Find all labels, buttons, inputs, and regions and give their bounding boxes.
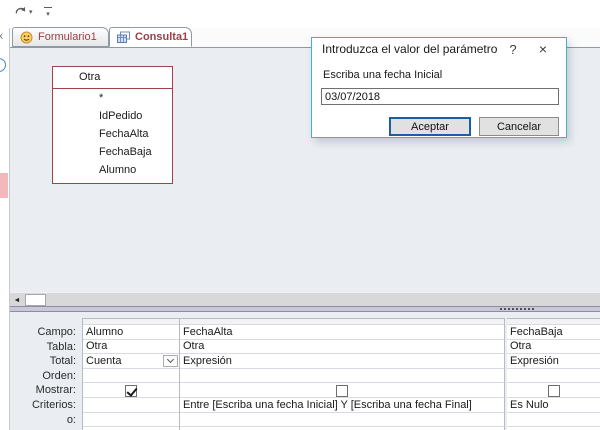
field-item-fechabaja[interactable]: FechaBaja [53,143,172,161]
total-dropdown-button[interactable] [163,355,178,368]
criterios-value: Es Nulo [510,398,549,411]
row-label-mostrar: Mostrar: [35,384,76,397]
orden-cell[interactable] [180,369,504,384]
field-item-fechaalta[interactable]: FechaAlta [53,125,172,143]
mostrar-checkbox[interactable] [336,384,348,397]
criterios-cell[interactable] [83,398,179,413]
redo-arrow-icon [15,7,26,14]
tabla-value: Otra [86,340,108,353]
tab-label: Formulario1 [38,31,97,43]
total-cell[interactable]: Expresión [507,354,600,369]
orden-cell[interactable] [83,369,179,384]
row-label-total: Total: [49,355,76,368]
mostrar-cell[interactable] [507,383,600,398]
criterios-cell[interactable]: Es Nulo [507,398,600,413]
mostrar-checkbox[interactable] [125,384,137,397]
field-item-alumno[interactable]: Alumno [53,161,172,179]
query-icon [117,31,130,43]
field-item-idpedido[interactable]: IdPedido [53,107,172,125]
campo-value: Alumno [86,325,124,338]
o-cell[interactable] [180,413,504,428]
cutoff-highlight-fragment [0,173,8,198]
campo-cell[interactable]: Alumno [83,325,179,340]
customize-qat-icon [44,7,52,8]
column-selector[interactable] [180,318,504,325]
mostrar-cell[interactable] [83,383,179,398]
total-cell[interactable]: Expresión [180,354,504,369]
field-list-title: Otra [79,71,101,83]
tabla-value: Otra [183,340,205,353]
scroll-left-button[interactable]: ◄ [10,293,24,307]
accept-button[interactable]: Aceptar [389,117,471,136]
horizontal-scrollbar[interactable]: ◄ [10,292,600,307]
field-item-asterisk[interactable]: * [53,89,172,107]
total-value: Cuenta [86,354,122,367]
tabla-value: Otra [510,340,532,353]
o-cell[interactable] [507,413,600,428]
parameter-dialog: Introduzca el valor del parámetro ? × Es… [311,37,567,138]
total-value: Expresión [183,354,232,367]
splitter-grip-icon [500,308,534,310]
parameter-input[interactable] [321,88,559,105]
parameter-prompt: Escriba una fecha Inicial [323,69,443,81]
grid-column-fechaalta: FechaAlta Otra Expresión Entre [Escriba … [180,318,505,430]
field-list-otra: Otra * IdPedido FechaAlta FechaBaja Alum… [52,66,173,184]
tabla-cell[interactable]: Otra [507,340,600,355]
column-selector[interactable] [83,318,179,325]
cancel-button[interactable]: Cancelar [479,117,559,136]
criterios-value: Entre [Escriba una fecha Inicial] Y [Esc… [183,398,472,411]
grid-column-alumno: Alumno Otra Cuenta [82,318,180,430]
customize-qat-button[interactable]: ▾ [44,7,52,18]
grid-column-fechabaja: FechaBaja Otra Expresión Es Nulo [507,318,600,430]
scrollbar-thumb[interactable] [25,294,46,306]
help-icon[interactable]: ? [498,42,528,57]
dialog-title: Introduzca el valor del parámetro [322,42,498,56]
campo-value: FechaAlta [183,325,233,338]
dialog-title-bar: Introduzca el valor del parámetro ? × [312,38,566,60]
mostrar-cell[interactable] [180,383,504,398]
qbe-grid-pane: Campo: Tabla: Total: Orden: Mostrar: Cri… [10,312,600,430]
tab-formulario1[interactable]: Formulario1 [12,27,109,47]
row-label-orden: Orden: [42,369,76,382]
navigation-pane-edge: x [0,28,10,430]
cutoff-circle-fragment [0,58,6,72]
redo-dropdown-caret-icon[interactable]: ▾ [29,8,33,16]
o-cell[interactable] [83,413,179,428]
quick-access-toolbar: ▾ ▾ [0,0,600,28]
tabla-cell[interactable]: Otra [83,340,179,355]
criterios-cell[interactable]: Entre [Escriba una fecha Inicial] Y [Esc… [180,398,504,413]
tab-label: Consulta1 [135,31,189,43]
orden-cell[interactable] [507,369,600,384]
campo-value: FechaBaja [510,325,563,338]
total-value: Expresión [510,354,559,367]
cutoff-glyph: x [0,31,3,42]
mostrar-checkbox[interactable] [548,384,560,397]
campo-cell[interactable]: FechaBaja [507,325,600,340]
row-label-tabla: Tabla: [46,340,76,353]
grid-row-labels: Campo: Tabla: Total: Orden: Mostrar: Cri… [10,325,80,427]
row-label-criterios: Criterios: [31,398,76,411]
chevron-down-icon [166,356,175,364]
scroll-left-arrow-icon: ◄ [13,296,21,304]
campo-cell[interactable]: FechaAlta [180,325,504,340]
customize-qat-caret-icon: ▾ [46,11,50,18]
column-selector[interactable] [507,318,600,325]
tabla-cell[interactable]: Otra [180,340,504,355]
row-label-campo: Campo: [37,326,76,338]
total-cell[interactable]: Cuenta [83,354,179,369]
access-window: ▾ ▾ Formulario1 Consulta1 Otra * IdPedid… [0,0,600,430]
close-icon[interactable]: × [528,41,558,57]
form-icon [20,31,33,43]
row-label-o: o: [66,413,76,426]
redo-button[interactable]: ▾ [14,5,33,18]
tab-consulta1[interactable]: Consulta1 [109,27,192,47]
